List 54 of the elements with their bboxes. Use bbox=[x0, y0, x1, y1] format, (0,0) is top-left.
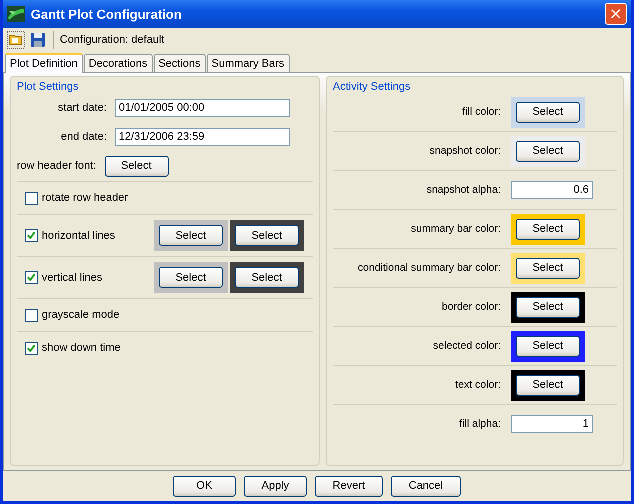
save-icon[interactable] bbox=[29, 31, 47, 49]
select-button[interactable]: Select bbox=[516, 140, 580, 162]
close-button[interactable]: × bbox=[605, 3, 627, 25]
window-title: Gantt Plot Configuration bbox=[31, 6, 183, 22]
field-label: start date: bbox=[57, 102, 107, 114]
select-button[interactable]: Select bbox=[235, 225, 299, 246]
tab[interactable]: Plot Definition bbox=[5, 53, 83, 73]
checkbox-label: grayscale mode bbox=[42, 309, 121, 321]
tab[interactable]: Decorations bbox=[84, 54, 153, 72]
checkbox[interactable] bbox=[25, 192, 38, 204]
configuration-label: Configuration: default bbox=[60, 34, 165, 46]
dialog-button[interactable]: Cancel bbox=[391, 476, 461, 496]
select-button[interactable]: Select bbox=[235, 267, 299, 288]
checkbox-label: vertical lines bbox=[42, 272, 104, 284]
dialog-button[interactable]: Revert bbox=[315, 476, 383, 496]
checkbox-label: horizontal lines bbox=[42, 230, 116, 242]
field-label: snapshot color: bbox=[428, 145, 502, 157]
field-label: end date: bbox=[60, 130, 107, 142]
field-label: fill alpha: bbox=[458, 418, 502, 430]
field-label: conditional summary bar color: bbox=[357, 262, 502, 274]
select-button[interactable]: Select bbox=[516, 374, 580, 396]
checkbox-label: show down time bbox=[42, 342, 122, 354]
field-label: text color: bbox=[454, 379, 502, 391]
number-field[interactable]: 0.6 bbox=[511, 181, 593, 199]
select-button[interactable]: Select bbox=[516, 218, 580, 240]
select-button[interactable]: Select bbox=[516, 102, 580, 122]
checkbox-label: rotate row header bbox=[42, 192, 130, 204]
panel-title: Plot Settings bbox=[17, 81, 79, 93]
date-field[interactable]: 01/01/2005 00:00 bbox=[115, 98, 290, 116]
folder-icon[interactable] bbox=[7, 31, 25, 49]
dialog-button[interactable]: OK bbox=[173, 476, 236, 496]
number-field[interactable]: 1 bbox=[511, 415, 593, 433]
tab[interactable]: Summary Bars bbox=[206, 54, 290, 72]
field-label: fill color: bbox=[461, 106, 502, 118]
tab[interactable]: Sections bbox=[154, 54, 206, 72]
checkbox[interactable] bbox=[25, 229, 38, 242]
select-button[interactable]: Select bbox=[516, 296, 580, 318]
select-button[interactable]: Select bbox=[516, 336, 580, 356]
select-button[interactable]: Select bbox=[104, 156, 168, 176]
field-label: summary bar color: bbox=[410, 223, 502, 235]
date-field[interactable]: 12/31/2006 23:59 bbox=[115, 128, 290, 146]
select-button[interactable]: Select bbox=[159, 225, 223, 246]
field-label: border color: bbox=[441, 301, 502, 313]
field-label: row header font: bbox=[17, 160, 96, 172]
dialog-button[interactable]: Apply bbox=[244, 476, 307, 496]
checkbox[interactable] bbox=[25, 308, 38, 322]
app-icon bbox=[7, 6, 25, 22]
field-label: selected color: bbox=[432, 340, 502, 352]
select-button[interactable]: Select bbox=[516, 258, 580, 278]
field-label: snapshot alpha: bbox=[426, 184, 502, 196]
panel-title: Activity Settings bbox=[333, 81, 411, 93]
select-button[interactable]: Select bbox=[159, 267, 223, 288]
checkbox[interactable] bbox=[25, 342, 38, 354]
checkbox[interactable] bbox=[25, 271, 38, 284]
